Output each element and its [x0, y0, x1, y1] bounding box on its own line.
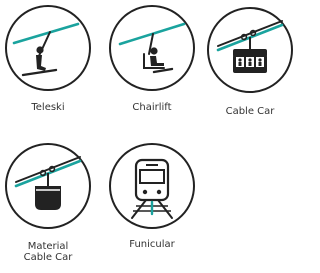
material-cable-car-icon [5, 143, 91, 229]
chairlift-icon [109, 5, 195, 91]
teleski-label: Teleski [31, 102, 65, 113]
funicular-label: Funicular [129, 239, 175, 250]
tile-chairlift: Chairlift [106, 2, 198, 122]
tile-funicular: Funicular [106, 140, 198, 260]
tile-teleski: Teleski [2, 2, 94, 122]
teleski-icon [5, 5, 91, 91]
material-cable-car-label: Material Cable Car [23, 241, 73, 263]
cable-car-icon [207, 7, 293, 93]
cable-car-label: Cable Car [225, 106, 275, 117]
tile-cable-car: Cable Car [204, 4, 296, 124]
funicular-icon [109, 143, 195, 229]
tile-material-cable-car: Material Cable Car [2, 140, 94, 273]
chairlift-label: Chairlift [132, 102, 172, 113]
